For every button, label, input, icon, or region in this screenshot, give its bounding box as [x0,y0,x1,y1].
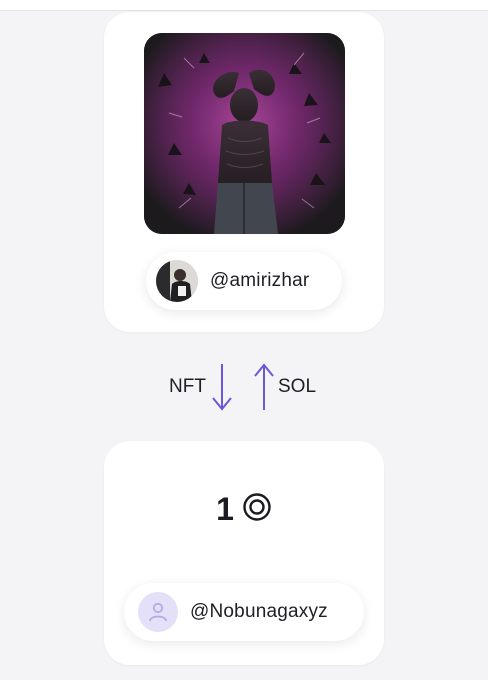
swap-indicator: NFT SOL [0,360,488,416]
sol-coin-icon [242,492,272,527]
nft-card: @amirizhar [104,12,384,332]
arrow-up-icon [252,362,276,417]
owner-username: @amirizhar [210,270,310,291]
swap-from-label: NFT [169,376,206,397]
payment-amount: 1 [104,491,384,528]
payment-card: 1 @Nobunagaxyz [104,441,384,665]
owner-pill[interactable]: @amirizhar [146,252,342,310]
buyer-pill[interactable]: @Nobunagaxyz [124,583,364,641]
buyer-username: @Nobunagaxyz [190,601,328,622]
swap-to-label: SOL [278,376,317,397]
owner-avatar [156,260,198,302]
top-bar [0,0,488,11]
user-placeholder-icon [138,592,178,632]
nft-artwork[interactable] [144,33,345,234]
amount-value: 1 [216,491,234,527]
arrow-down-icon [210,362,234,417]
